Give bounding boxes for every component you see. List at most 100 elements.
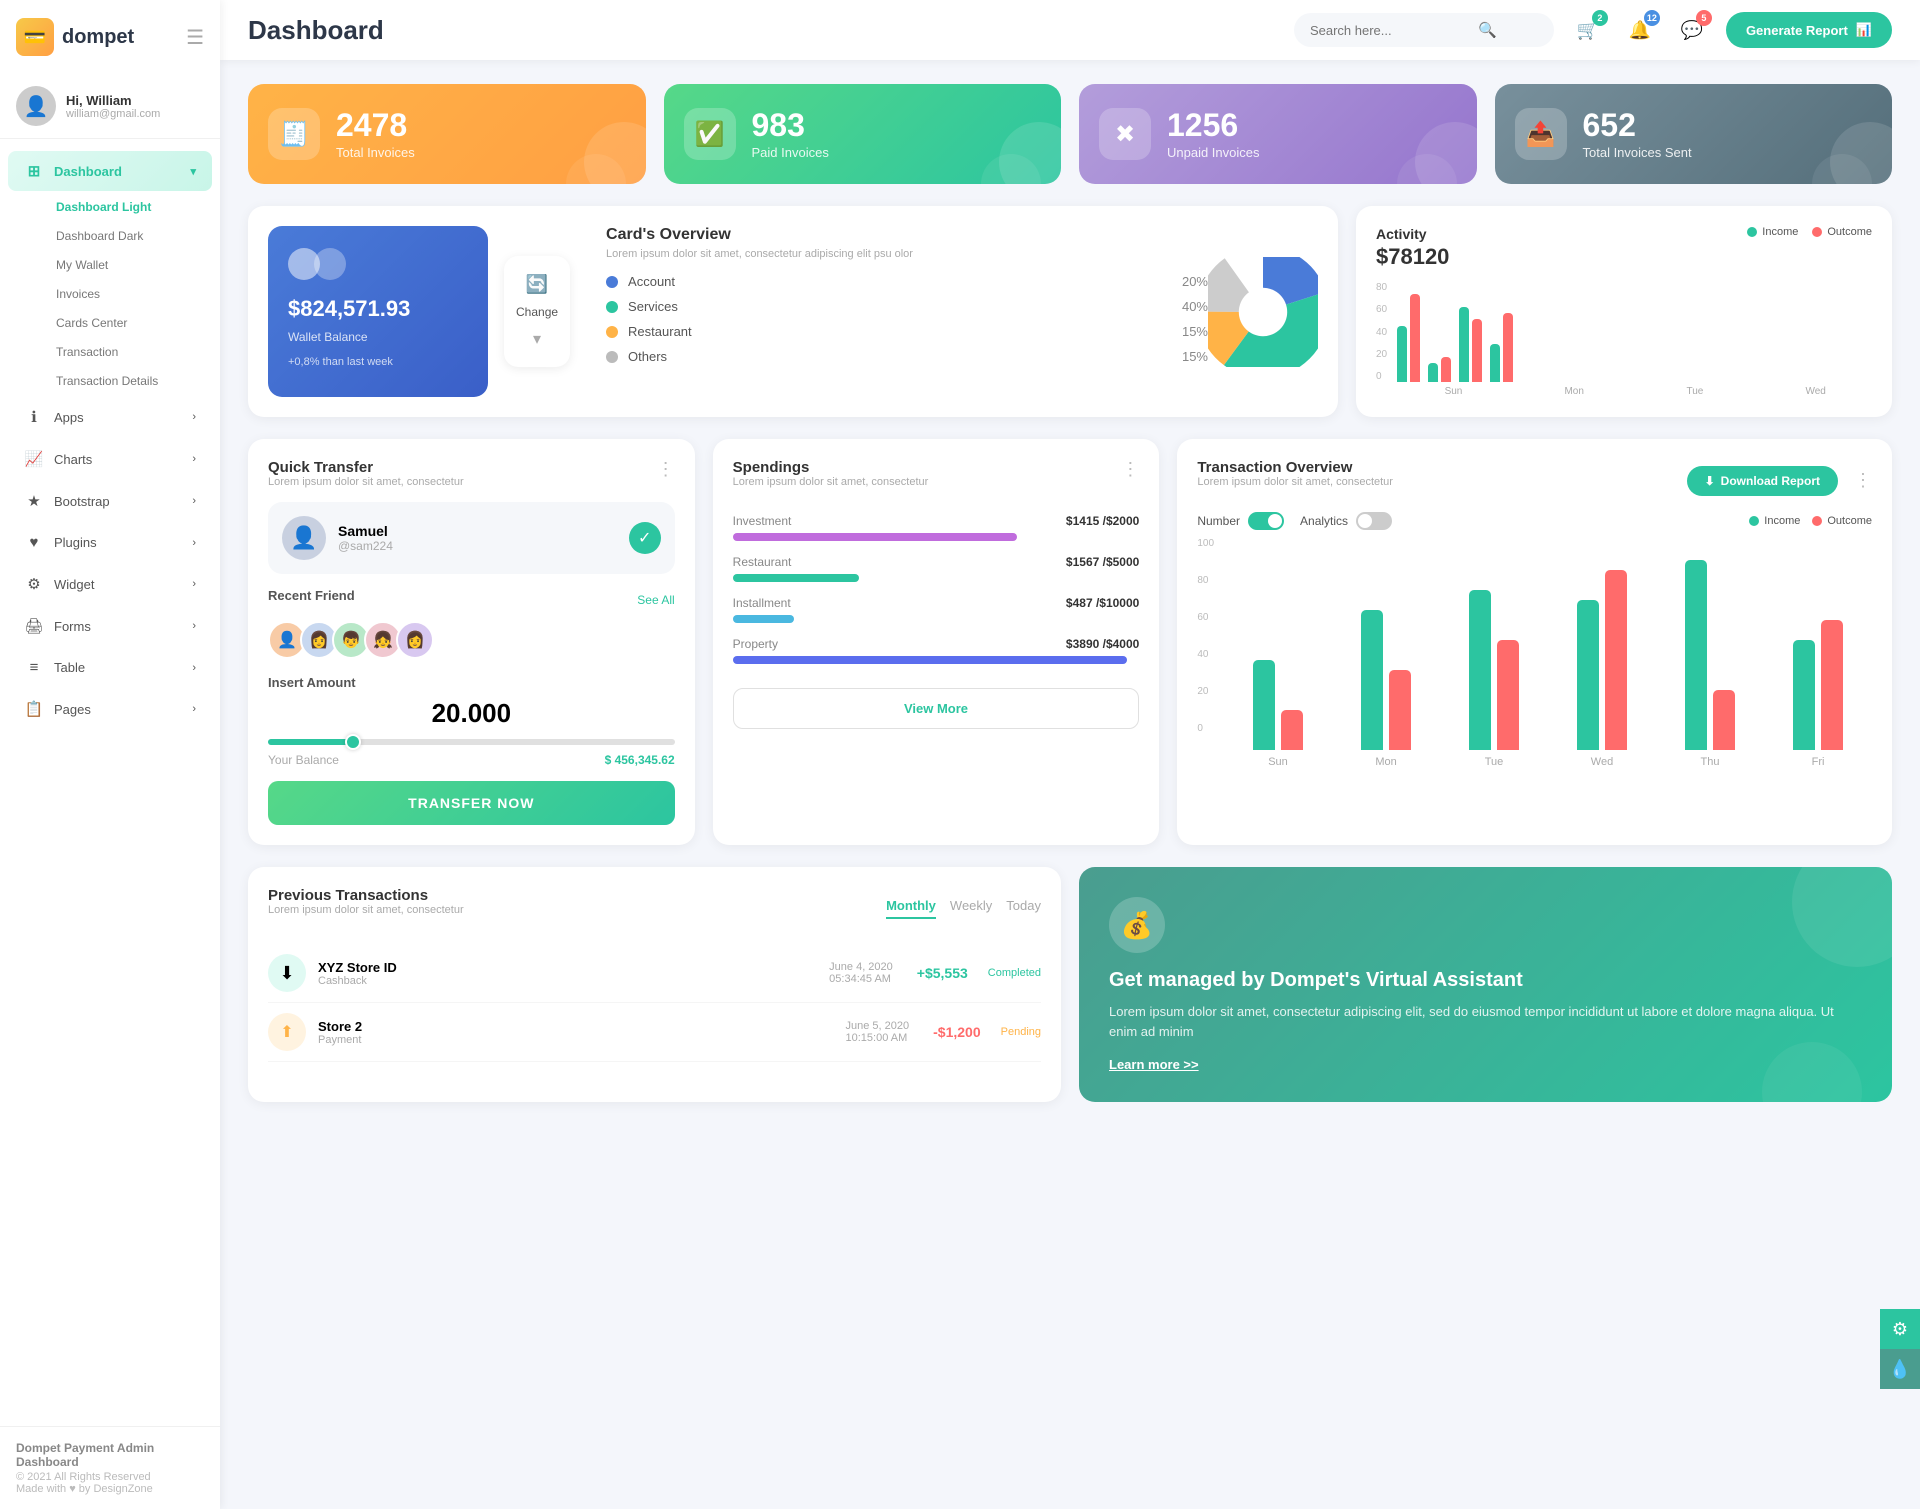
pie-chart [1208,257,1318,367]
prev-header: Previous Transactions Lorem ipsum dolor … [268,887,1041,930]
tab-monthly[interactable]: Monthly [886,898,936,919]
water-float-button[interactable]: 💧 [1880,1349,1920,1389]
settings-float-button[interactable]: ⚙ [1880,1309,1920,1349]
prev-desc: Lorem ipsum dolor sit amet, consectetur [268,904,464,916]
prev-transactions-card: Previous Transactions Lorem ipsum dolor … [248,867,1061,1102]
see-all-link[interactable]: See All [637,593,674,607]
stat-label-total: Total Invoices [336,145,415,160]
to-income-dot [1749,516,1759,526]
ov-item-others: Others 15% [606,349,1208,364]
view-more-button[interactable]: View More [733,688,1140,729]
bell-badge: 12 [1644,10,1660,26]
nav-sub-my-wallet[interactable]: My Wallet [40,251,212,279]
tx-date-2: June 5, 2020 10:15:00 AM [846,1020,910,1044]
transfer-now-button[interactable]: TRANSFER NOW [268,781,675,825]
nav-label-pages: Pages [54,702,91,717]
charts-icon: 📈 [24,450,44,468]
toggle-number[interactable] [1248,512,1284,530]
nav-item-table[interactable]: ≡ Table › [8,648,212,687]
generate-report-button[interactable]: Generate Report 📊 [1726,12,1892,48]
to-income-fri [1793,640,1815,750]
tab-today[interactable]: Today [1006,898,1041,919]
friends-avatars: 👤 👩 👦 👧 👩 [268,621,675,659]
nav-item-pages[interactable]: 📋 Pages › [8,689,212,729]
spending-label-property: Property [733,637,778,651]
nav-item-forms[interactable]: 🖨 Forms › [8,606,212,646]
day-label-tue: Tue [1639,386,1752,397]
nav-sub-dashboard-dark[interactable]: Dashboard Dark [40,222,212,250]
nav-sub-invoices[interactable]: Invoices [40,280,212,308]
your-balance-label: Your Balance [268,753,339,767]
nav-sub-dashboard-light[interactable]: Dashboard Light [40,193,212,221]
amount-slider[interactable] [268,739,675,745]
tx-status-1: Completed [988,967,1041,979]
spendings-card: Spendings Lorem ipsum dolor sit amet, co… [713,439,1160,845]
search-box: 🔍 [1294,13,1554,47]
search-input[interactable] [1310,23,1470,38]
va-deco2 [1762,1042,1862,1102]
outcome-bar-mon [1441,357,1451,382]
ov-pct-services: 40% [1182,299,1208,314]
nav-item-plugins[interactable]: ♥ Plugins › [8,523,212,562]
change-label: Change [516,305,558,319]
ov-item-services: Services 40% [606,299,1208,314]
nav-item-dashboard[interactable]: ⊞ Dashboard ▾ [8,151,212,191]
va-learn-more-link[interactable]: Learn more >> [1109,1057,1862,1072]
recent-header: Recent Friend See All [268,588,675,611]
to-title: Transaction Overview [1197,459,1393,476]
download-report-button[interactable]: ⬇ Download Report [1687,466,1838,496]
chevron-right-icon-charts: › [192,453,196,465]
nav-item-widget[interactable]: ⚙ Widget › [8,564,212,604]
outcome-label: Outcome [1827,226,1872,238]
spendings-dots-icon[interactable]: ⋮ [1121,459,1139,480]
dots-menu-icon[interactable]: ⋮ [657,459,675,480]
to-chart-labels: Sun Mon Tue Wed Thu Fri [1224,756,1872,768]
ov-item-account: Account 20% [606,274,1208,289]
nav-sub-cards-center[interactable]: Cards Center [40,309,212,337]
ov-item-restaurant: Restaurant 15% [606,324,1208,339]
to-dots-icon[interactable]: ⋮ [1854,470,1872,491]
amount-display: 20.000 [268,698,675,729]
tab-weekly[interactable]: Weekly [950,898,992,919]
to-bar-tue [1440,590,1548,750]
pie-chart-area [1208,226,1318,397]
tx-icon-2: ⬆ [268,1013,306,1051]
nav-sub-transaction-details[interactable]: Transaction Details [40,367,212,395]
va-deco1 [1792,867,1892,967]
nav-item-apps[interactable]: ℹ Apps › [8,397,212,437]
your-balance-value: $ 456,345.62 [605,753,675,767]
ov-dot-account [606,276,618,288]
tx-status-2: Pending [1001,1026,1041,1038]
to-outcome-dot [1812,516,1822,526]
download-icon: ⬇ [1705,474,1715,488]
change-button[interactable]: 🔄 Change ▾ [504,256,570,367]
toggle-analytics[interactable] [1356,512,1392,530]
cart-icon-btn[interactable]: 🛒 2 [1570,12,1606,48]
stat-num-paid: 983 [752,109,829,141]
recent-friend-label: Recent Friend [268,588,355,603]
page-title: Dashboard [248,15,384,46]
day-label-wed: Wed [1759,386,1872,397]
slider-thumb[interactable] [345,734,361,750]
nav-item-charts[interactable]: 📈 Charts › [8,439,212,479]
bell-icon-btn[interactable]: 🔔 12 [1622,12,1658,48]
to-outcome-thu [1713,690,1735,750]
ov-pct-restaurant: 15% [1182,324,1208,339]
spending-amounts-installment: $487 /$10000 [1066,596,1139,610]
day-label-mon: Mon [1518,386,1631,397]
chat-icon-btn[interactable]: 💬 5 [1674,12,1710,48]
friend-avatar-5[interactable]: 👩 [396,621,434,659]
nav-item-bootstrap[interactable]: ★ Bootstrap › [8,481,212,521]
overview-desc: Lorem ipsum dolor sit amet, consectetur … [606,248,1208,260]
ov-name-others: Others [628,349,1172,364]
stat-num-unpaid: 1256 [1167,109,1260,141]
hamburger-icon[interactable]: ☰ [186,25,204,50]
user-name: Hi, William [66,93,160,108]
y-axis-labels: 806040200 [1376,282,1393,382]
sidebar-footer: Dompet Payment Admin Dashboard © 2021 Al… [0,1426,220,1509]
wallet-circle2 [314,248,346,280]
to-bar-mon [1332,610,1440,750]
nav-sub-transaction[interactable]: Transaction [40,338,212,366]
stat-card-sent: 📤 652 Total Invoices Sent [1495,84,1893,184]
chevron-right-icon-bootstrap: › [192,495,196,507]
